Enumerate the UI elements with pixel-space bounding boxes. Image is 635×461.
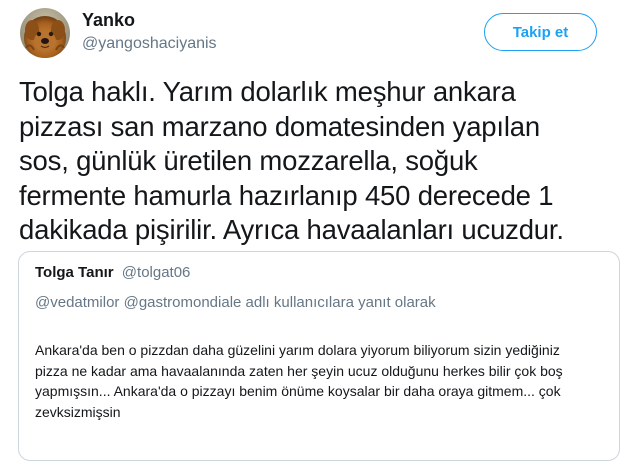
follow-button[interactable]: Takip et: [484, 13, 597, 51]
tweet-text-line: fermente hamurla hazırlanıp 450 derecede…: [19, 179, 554, 211]
quoted-tweet-line: yapmışsın... Ankara'da o pizzayı benim ö…: [35, 383, 561, 399]
quoted-tweet-card[interactable]: Tolga Tanır @tolgat06 @vedatmilor @gastr…: [18, 251, 620, 461]
user-name[interactable]: Yanko: [82, 9, 135, 31]
quoted-tweet-line: pizza ne kadar ama havaalanında zaten he…: [35, 362, 563, 379]
tweet-text-line: Tolga haklı. Yarım dolarlık meşhur ankar…: [19, 76, 516, 107]
reply-context: @vedatmilor @gastromondiale adlı kullanı…: [35, 294, 436, 311]
dog-avatar-icon: [20, 8, 70, 58]
tweet-text: Tolga haklı. Yarım dolarlık meşhur ankar…: [19, 75, 629, 248]
tweet-card: Yanko @yangoshaciyanis Takip et Tolga ha…: [0, 0, 635, 461]
quoted-tweet-header: Tolga Tanır @tolgat06: [35, 263, 190, 283]
quoted-tweet-line: zevksizmişsin: [35, 403, 121, 420]
quoted-tweet-line: Ankara'da ben o pizzdan daha güzelini ya…: [35, 342, 560, 358]
tweet-text-line: pizzası san marzano domatesinden yapılan: [19, 110, 540, 142]
tweet-text-line: sos, günlük üretilen mozzarella, soğuk: [19, 145, 478, 176]
user-handle[interactable]: @yangoshaciyanis: [82, 34, 217, 54]
tweet-text-line: dakikada pişirilir. Ayrıca havaalanları …: [19, 214, 564, 245]
quoted-user-name: Tolga Tanır: [35, 264, 114, 281]
quoted-user-handle: @tolgat06: [121, 264, 191, 281]
quoted-tweet-text: Ankara'da ben o pizzdan daha güzelini ya…: [35, 340, 610, 422]
user-avatar[interactable]: [20, 8, 70, 58]
